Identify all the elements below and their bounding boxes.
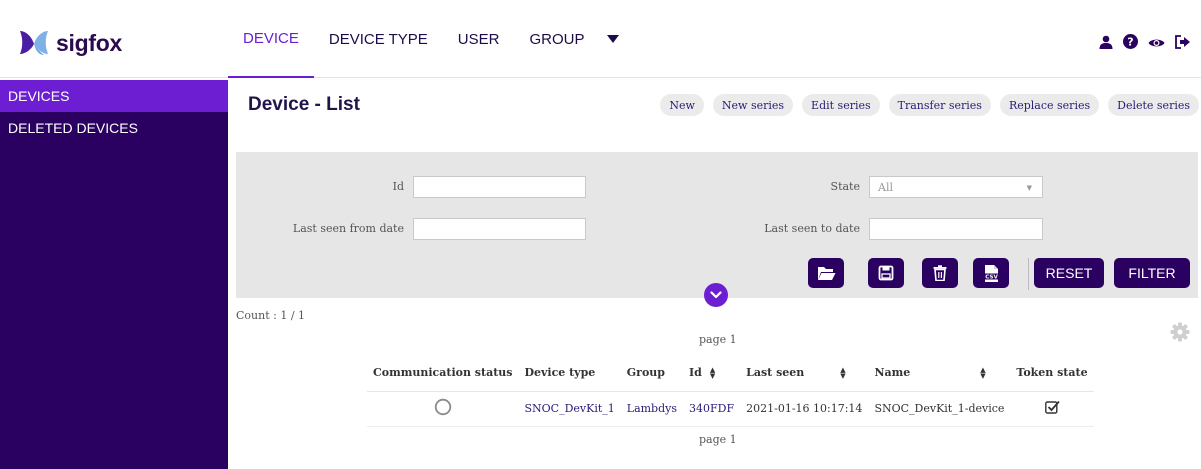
last-seen-to-label: Last seen to date (764, 222, 860, 235)
load-filter-button[interactable] (808, 258, 844, 288)
id-input[interactable] (413, 176, 586, 198)
trash-icon (933, 265, 947, 281)
column-header-device-type: Device type (518, 355, 621, 392)
device-id-cell[interactable]: 340FDF (683, 391, 741, 427)
collapse-filter-toggle[interactable] (704, 283, 728, 307)
last-seen-to-input[interactable] (869, 218, 1043, 240)
action-bar: New New series Edit series Transfer seri… (660, 94, 1199, 116)
select-caret-icon: ▼ (1026, 184, 1032, 192)
top-icons: ? (1099, 34, 1191, 53)
column-header-last-seen[interactable]: Last seen ▲ ▼ (740, 355, 869, 392)
new-button[interactable]: New (660, 94, 704, 116)
result-count: Count : 1 / 1 (236, 309, 306, 322)
table-row[interactable]: SNOC_DevKit_1 Lambdys 340FDF 2021-01-16 … (367, 391, 1094, 427)
logout-icon[interactable] (1175, 34, 1191, 53)
user-icon[interactable] (1099, 34, 1113, 53)
column-header-name[interactable]: Name ▲ ▼ (868, 355, 1011, 392)
last-seen-cell: 2021-01-16 10:17:14 (740, 391, 869, 427)
gear-icon[interactable] (1170, 322, 1190, 346)
last-seen-from-label: Last seen from date (292, 222, 404, 235)
save-filter-button[interactable] (868, 258, 904, 288)
svg-text:CSV: CSV (985, 274, 998, 280)
device-name-cell: SNOC_DevKit_1-device (868, 391, 1011, 427)
last-seen-from-input[interactable] (413, 218, 586, 240)
folder-open-icon (817, 266, 835, 280)
delete-series-button[interactable]: Delete series (1108, 94, 1199, 116)
token-state-cell (1010, 391, 1094, 427)
sidebar: DEVICES DELETED DEVICES (0, 80, 228, 469)
state-select[interactable]: All ▼ (869, 176, 1043, 198)
top-navigation-bar: sigfox DEVICE DEVICE TYPE USER GROUP ? (0, 0, 1201, 78)
sigfox-logo[interactable]: sigfox (18, 28, 122, 58)
export-csv-button[interactable]: CSV (973, 258, 1009, 288)
eye-icon[interactable] (1148, 34, 1165, 53)
checkbox-checked-icon (1044, 400, 1060, 414)
group-cell[interactable]: Lambdys (620, 391, 684, 427)
pagination-bottom[interactable]: page 1 (699, 433, 737, 446)
delete-filter-button[interactable] (922, 258, 958, 288)
table-header-row: Communication status Device type Group I… (367, 355, 1094, 392)
chevron-down-icon (710, 291, 722, 299)
main-nav: DEVICE DEVICE TYPE USER GROUP (228, 0, 627, 78)
reset-button[interactable]: RESET (1034, 258, 1104, 288)
communication-status-cell (367, 391, 519, 427)
help-icon[interactable]: ? (1123, 34, 1138, 53)
nav-tab-device[interactable]: DEVICE (228, 0, 314, 78)
sidebar-item-devices[interactable]: DEVICES (0, 80, 228, 112)
device-type-cell[interactable]: SNOC_DevKit_1 (518, 391, 621, 427)
state-label: State (830, 180, 860, 193)
sigfox-logo-icon (18, 28, 50, 58)
replace-series-button[interactable]: Replace series (999, 94, 1100, 116)
new-series-button[interactable]: New series (712, 94, 794, 116)
brand-name: sigfox (56, 29, 122, 56)
pagination-top[interactable]: page 1 (699, 333, 737, 346)
edit-series-button[interactable]: Edit series (802, 94, 880, 116)
caret-down-icon (607, 35, 620, 43)
page-title: Device - List (248, 94, 360, 115)
sort-icon[interactable]: ▲ ▼ (840, 366, 845, 379)
column-header-token-state: Token state (1010, 355, 1094, 392)
status-circle-icon (434, 398, 451, 416)
sort-icon[interactable]: ▲ ▼ (710, 366, 715, 379)
sidebar-item-deleted-devices[interactable]: DELETED DEVICES (0, 112, 228, 144)
nav-tab-group[interactable]: GROUP (514, 0, 599, 78)
nav-tab-device-type[interactable]: DEVICE TYPE (314, 0, 443, 78)
column-header-group: Group (620, 355, 684, 392)
svg-text:?: ? (1127, 36, 1133, 49)
transfer-series-button[interactable]: Transfer series (888, 94, 991, 116)
sort-icon[interactable]: ▲ ▼ (980, 366, 985, 379)
nav-tab-user[interactable]: USER (443, 0, 515, 78)
save-icon (878, 265, 894, 281)
device-table: Communication status Device type Group I… (367, 355, 1094, 427)
toolbar-divider (1028, 258, 1029, 290)
column-header-communication-status: Communication status (367, 355, 519, 392)
id-label: Id (392, 180, 404, 193)
filter-button[interactable]: FILTER (1114, 258, 1190, 288)
state-select-value: All (878, 180, 893, 194)
csv-file-icon: CSV (983, 264, 999, 282)
nav-more-dropdown[interactable] (599, 0, 627, 78)
column-header-id[interactable]: Id ▲ ▼ (683, 355, 741, 392)
